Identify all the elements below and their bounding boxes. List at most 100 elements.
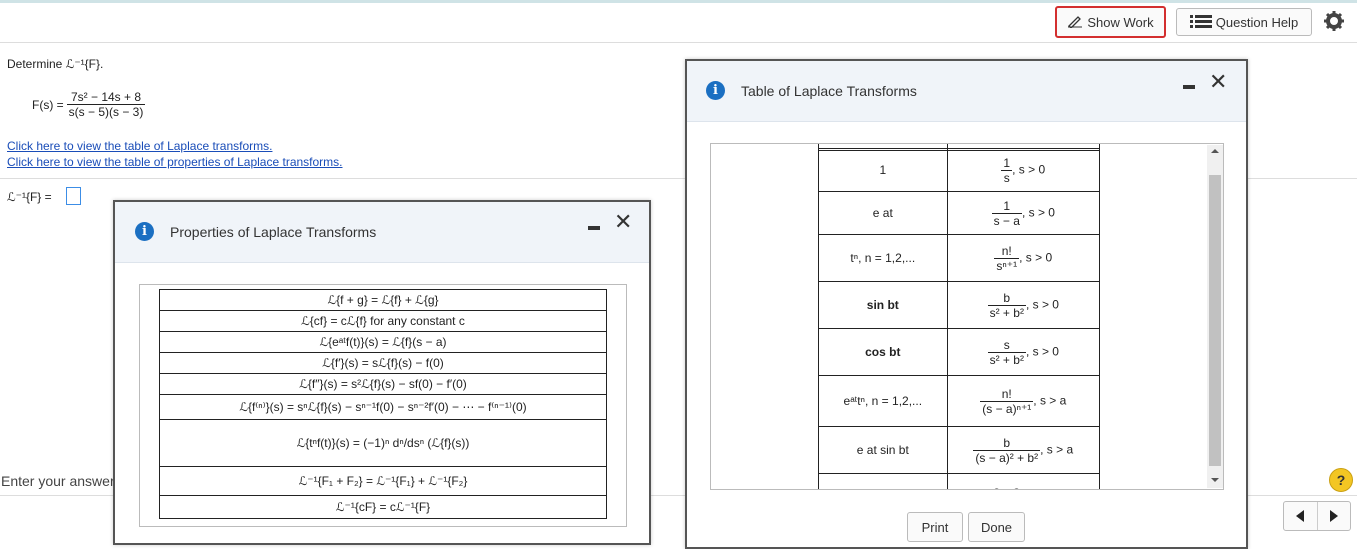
transform-condition: , s > 0 [1021, 205, 1055, 220]
transform-numerator: n! [994, 244, 1020, 259]
table-row: sin bt b s² + b², s > 0 [818, 281, 1101, 329]
transform-denominator: s² + b² [989, 352, 1024, 367]
minimize-icon[interactable] [1183, 85, 1195, 89]
table-row: e at sin bt b (s − a)² + b², s > a [818, 426, 1101, 474]
properties-dialog: i Properties of Laplace Transforms ✕ ℒ{f… [113, 200, 651, 545]
function-denominator: s(s − 5)(s − 3) [68, 105, 144, 119]
laplace-scrollbar[interactable] [1207, 145, 1223, 488]
properties-dialog-title: Properties of Laplace Transforms [170, 224, 377, 240]
table-row: e at cos bts − a(s − a)² + b², s > a [818, 473, 1101, 490]
minimize-icon[interactable] [588, 226, 600, 230]
transform-cell: s s² + b², s > 0 [946, 328, 1101, 376]
transform-condition: , s > a [1040, 442, 1074, 457]
transform-numerator: b [987, 291, 1026, 306]
function-fraction: 7s² − 14s + 8 s(s − 5)(s − 3) [66, 90, 146, 119]
question-help-button[interactable]: Question Help [1176, 8, 1312, 36]
property-row: ℒ{f⁽ⁿ⁾}(s) = sⁿℒ{f}(s) − sⁿ⁻¹f(0) − sⁿ⁻²… [159, 394, 607, 420]
transform-cell: b s² + b², s > 0 [946, 281, 1101, 329]
table-row: cos bt s s² + b², s > 0 [818, 328, 1101, 376]
gear-icon[interactable] [1323, 10, 1345, 35]
transform-numerator: s − a [973, 484, 1040, 490]
transform-fraction: b (s − a)² + b² [973, 436, 1041, 465]
property-row: ℒ{f″}(s) = s²ℒ{f}(s) − sf(0) − f′(0) [159, 373, 607, 395]
function-definition: F(s) = 7s² − 14s + 8 s(s − 5)(s − 3) [32, 90, 146, 119]
function-cell: sin bt [818, 281, 948, 329]
table-row: eᵃᵗtⁿ, n = 1,2,... n! (s − a)ⁿ⁺¹, s > a [818, 375, 1101, 427]
enter-answer-text: Enter your answer [1, 473, 115, 489]
table-row: e at 1 s − a, s > 0 [818, 191, 1101, 235]
function-cell: 1 [818, 148, 948, 192]
answer-label: ℒ⁻¹{F} = [7, 190, 52, 204]
function-lhs: F(s) = [32, 97, 64, 112]
laplace-table-dialog: i Table of Laplace Transforms ✕ 11s, s >… [685, 59, 1248, 549]
function-cell: cos bt [818, 328, 948, 376]
help-icon[interactable]: ? [1329, 468, 1353, 492]
question-prompt: Determine ℒ⁻¹{F}. [7, 57, 104, 71]
transform-cell: 1s, s > 0 [946, 148, 1101, 192]
transform-numerator: s [987, 338, 1026, 353]
print-button[interactable]: Print [907, 512, 963, 542]
property-row: ℒ{cf} = cℒ{f} for any constant c [159, 310, 607, 332]
transform-denominator: (s − a)² + b² [975, 450, 1039, 465]
next-icon[interactable] [1318, 502, 1351, 530]
transform-numerator: b [973, 436, 1041, 451]
function-cell: e at [818, 191, 948, 235]
function-numerator: 7s² − 14s + 8 [66, 90, 146, 105]
transform-condition: , s > 0 [1019, 250, 1053, 265]
transform-condition: , s > a [1033, 393, 1067, 408]
prev-icon[interactable] [1284, 502, 1318, 530]
info-icon: i [135, 222, 154, 241]
question-help-label: Question Help [1215, 14, 1299, 30]
transform-cell: n! sⁿ⁺¹, s > 0 [946, 234, 1101, 282]
property-row: ℒ⁻¹{cF} = cℒ⁻¹{F} [159, 495, 607, 519]
close-icon[interactable]: ✕ [1209, 72, 1227, 94]
properties-table: ℒ{f + g} = ℒ{f} + ℒ{g} ℒ{cf} = cℒ{f} for… [159, 289, 607, 519]
pencil-icon [1067, 14, 1083, 31]
show-work-button[interactable]: Show Work [1055, 6, 1166, 38]
transform-condition: , s > 0 [1012, 162, 1046, 177]
laplace-table-body: 11s, s > 0e at 1 s − a, s > 0 tⁿ, n = 1,2,.… [818, 148, 1101, 490]
show-work-label: Show Work [1087, 14, 1154, 30]
transform-cell: 1s − a, s > 0 [946, 191, 1101, 235]
transform-numerator: n! [980, 387, 1034, 402]
property-row: ℒ{tⁿf(t)}(s) = (−1)ⁿ dⁿ/dsⁿ (ℒ{f}(s)) [159, 419, 607, 467]
transform-condition: , s > 0 [1025, 344, 1059, 359]
function-cell: e at cos bt [818, 473, 948, 489]
toolbar-divider [0, 42, 1357, 43]
transform-fraction: 1s − a [991, 199, 1022, 228]
done-button[interactable]: Done [968, 512, 1025, 542]
function-cell: e at sin bt [818, 426, 948, 474]
laplace-table-link[interactable]: Click here to view the table of Laplace … [7, 139, 272, 153]
transform-denominator: sⁿ⁺¹ [996, 258, 1018, 273]
property-row: ℒ{f′}(s) = sℒ{f}(s) − f(0) [159, 352, 607, 374]
laplace-properties-link[interactable]: Click here to view the table of properti… [7, 155, 343, 169]
table-row: 11s, s > 0 [818, 148, 1101, 192]
laplace-dialog-title: Table of Laplace Transforms [741, 83, 917, 99]
laplace-table-viewport: 11s, s > 0e at 1 s − a, s > 0 tⁿ, n = 1,2,.… [710, 143, 1224, 490]
transform-fraction: s − a(s − a)² + b² [973, 484, 1040, 490]
transform-fraction: n! sⁿ⁺¹ [994, 244, 1020, 273]
top-accent-strip [0, 0, 1357, 3]
property-row: ℒ{f + g} = ℒ{f} + ℒ{g} [159, 289, 607, 311]
answer-input[interactable] [66, 187, 81, 205]
transform-condition: , s > 0 [1025, 297, 1059, 312]
transform-numerator: 1 [991, 199, 1022, 214]
close-icon[interactable]: ✕ [614, 212, 632, 234]
scroll-up-icon[interactable] [1211, 149, 1219, 153]
properties-dialog-header: i Properties of Laplace Transforms ✕ [115, 202, 649, 263]
laplace-dialog-header: i Table of Laplace Transforms ✕ [687, 61, 1246, 122]
transform-denominator: s² + b² [989, 305, 1024, 320]
transform-fraction: 1s [1001, 155, 1013, 185]
transform-numerator: 1 [1001, 155, 1013, 171]
scroll-thumb[interactable] [1209, 175, 1221, 466]
scroll-down-icon[interactable] [1211, 478, 1219, 482]
property-row: ℒ⁻¹{F₁ + F₂} = ℒ⁻¹{F₁} + ℒ⁻¹{F₂} [159, 466, 607, 496]
transform-denominator: s − a [993, 213, 1020, 228]
function-cell: tⁿ, n = 1,2,... [818, 234, 948, 282]
transform-fraction: b s² + b² [987, 291, 1026, 320]
transform-fraction: s s² + b² [987, 338, 1026, 367]
nav-buttons [1283, 501, 1351, 531]
transform-denominator: (s − a)ⁿ⁺¹ [982, 401, 1032, 416]
transform-cell: b (s − a)² + b², s > a [946, 426, 1101, 474]
transform-denominator: s [1003, 170, 1010, 185]
